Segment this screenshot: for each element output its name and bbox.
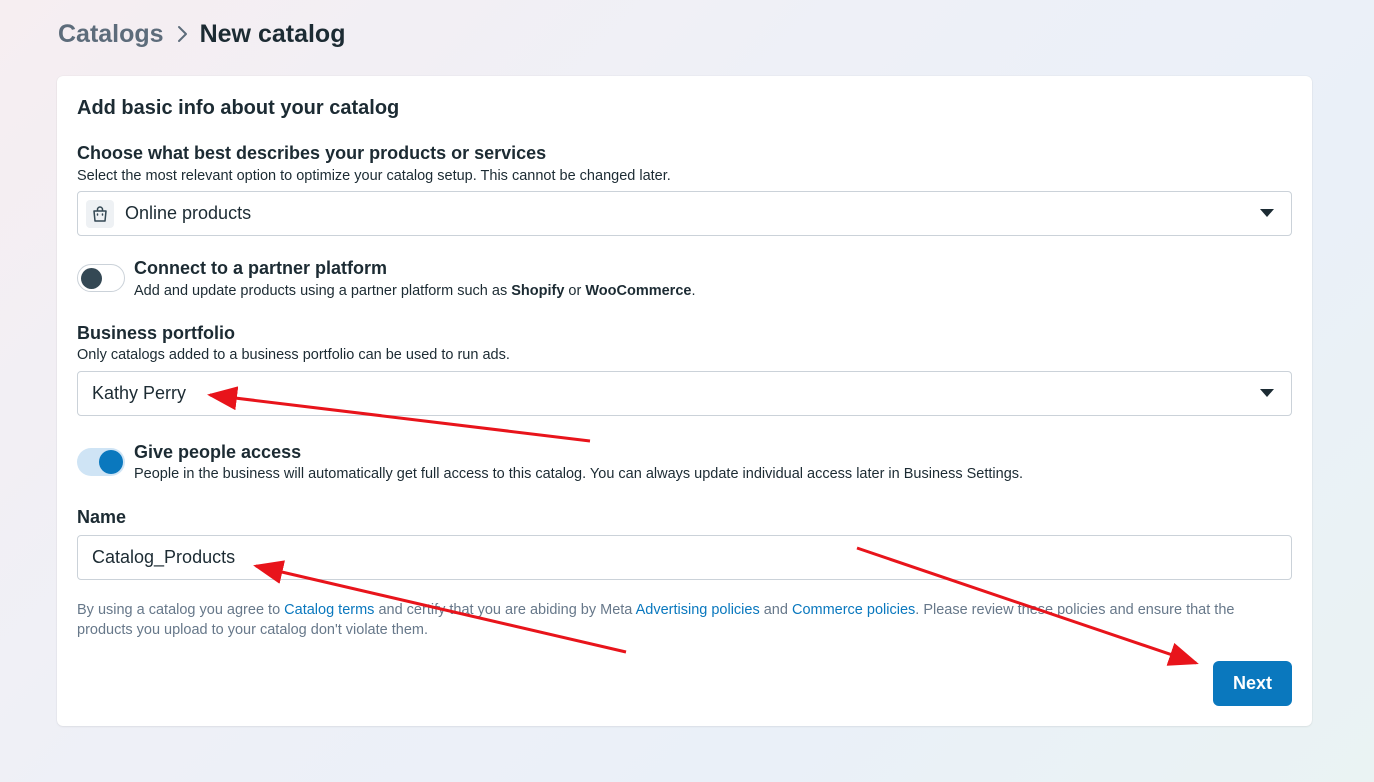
business-portfolio-select[interactable]: Kathy Perry xyxy=(77,371,1292,416)
partner-platform-toggle[interactable] xyxy=(77,264,125,292)
woocommerce-name: WooCommerce xyxy=(585,283,692,299)
shopify-name: Shopify xyxy=(511,283,565,299)
product-type-help: Select the most relevant option to optim… xyxy=(77,168,671,184)
legal-text: and certify that you are abiding by Meta xyxy=(374,602,636,618)
dropdown-caret-icon xyxy=(1260,209,1274,217)
product-type-label: Choose what best describes your products… xyxy=(77,143,547,163)
business-portfolio-value: Kathy Perry xyxy=(92,383,187,403)
give-people-access-toggle[interactable] xyxy=(77,448,125,476)
product-type-value: Online products xyxy=(125,203,252,223)
partner-platform-title: Connect to a partner platform xyxy=(134,258,388,278)
chevron-right-icon xyxy=(164,25,200,43)
page-title: New catalog xyxy=(199,19,346,48)
give-people-access-title: Give people access xyxy=(134,442,302,462)
toggle-knob xyxy=(81,268,102,289)
legal-notice: By using a catalog you agree to Catalog … xyxy=(77,600,1287,640)
commerce-policies-link[interactable]: Commerce policies xyxy=(792,602,915,618)
legal-text: and xyxy=(759,602,792,618)
card-title: Add basic info about your catalog xyxy=(77,97,400,119)
give-people-access-help: People in the business will automaticall… xyxy=(134,466,1024,482)
partner-help-or: or xyxy=(564,283,586,299)
business-portfolio-label: Business portfolio xyxy=(77,323,236,343)
catalog-name-input[interactable] xyxy=(77,535,1292,580)
dropdown-caret-icon xyxy=(1260,389,1274,397)
product-type-select[interactable]: Online products xyxy=(77,191,1292,236)
shopping-bag-icon xyxy=(86,199,114,228)
business-portfolio-help: Only catalogs added to a business portfo… xyxy=(77,347,510,363)
name-label: Name xyxy=(77,507,127,527)
partner-platform-help: Add and update products using a partner … xyxy=(134,283,695,299)
catalog-terms-link[interactable]: Catalog terms xyxy=(284,602,374,618)
catalog-setup-card: Add basic info about your catalog Choose… xyxy=(57,76,1312,726)
partner-help-prefix: Add and update products using a partner … xyxy=(134,283,512,299)
legal-text: By using a catalog you agree to xyxy=(77,602,285,618)
breadcrumb: Catalogs New catalog xyxy=(58,18,345,50)
partner-help-suffix: . xyxy=(691,283,696,299)
toggle-knob xyxy=(99,450,123,474)
advertising-policies-link[interactable]: Advertising policies xyxy=(636,602,760,618)
next-button[interactable]: Next xyxy=(1213,661,1292,706)
breadcrumb-catalogs-link[interactable]: Catalogs xyxy=(58,20,164,49)
